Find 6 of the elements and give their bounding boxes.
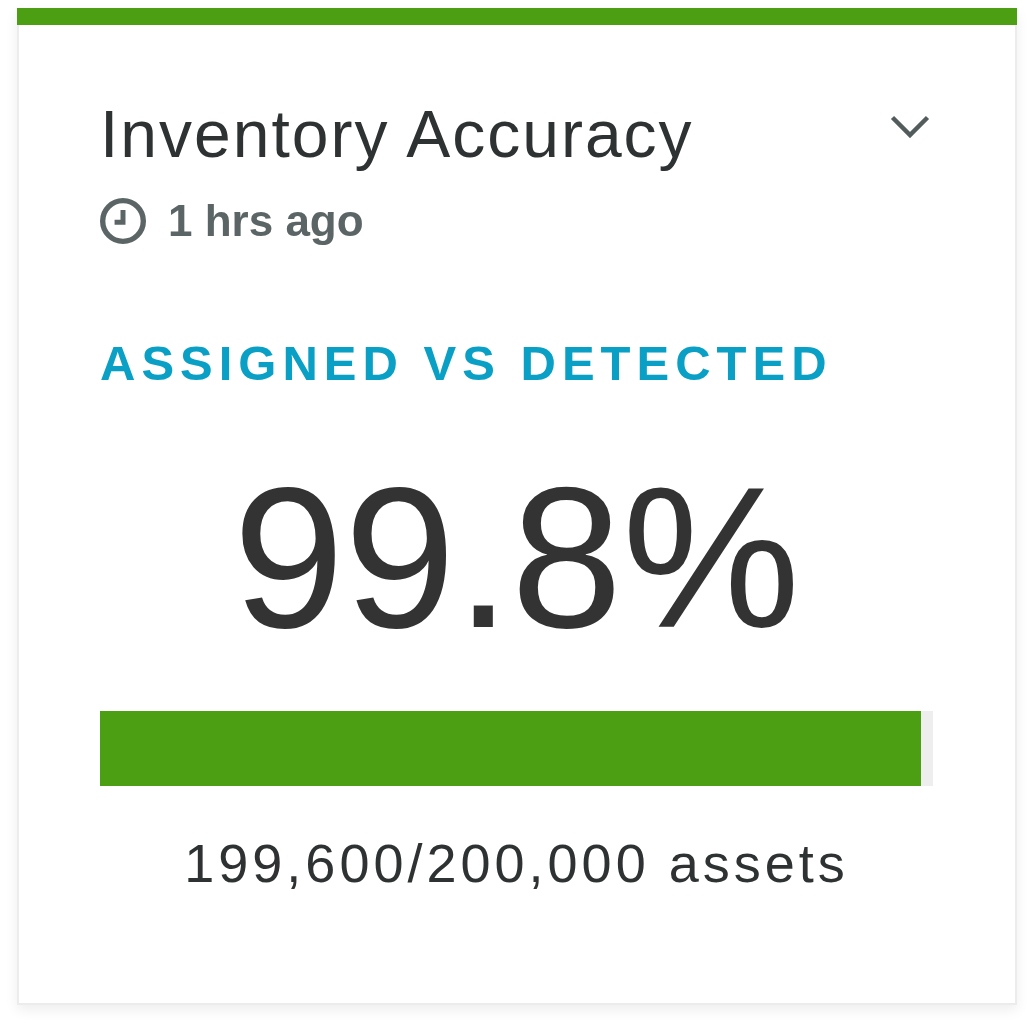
chevron-down-icon[interactable] xyxy=(890,115,930,138)
clock-icon xyxy=(100,198,146,244)
asset-count: 199,600/200,000 assets xyxy=(184,836,849,890)
updated-time: 1 hrs ago xyxy=(168,199,364,243)
metric-label: ASSIGNED VS DETECTED xyxy=(100,339,834,388)
metric-value: 99.8% xyxy=(232,458,801,658)
